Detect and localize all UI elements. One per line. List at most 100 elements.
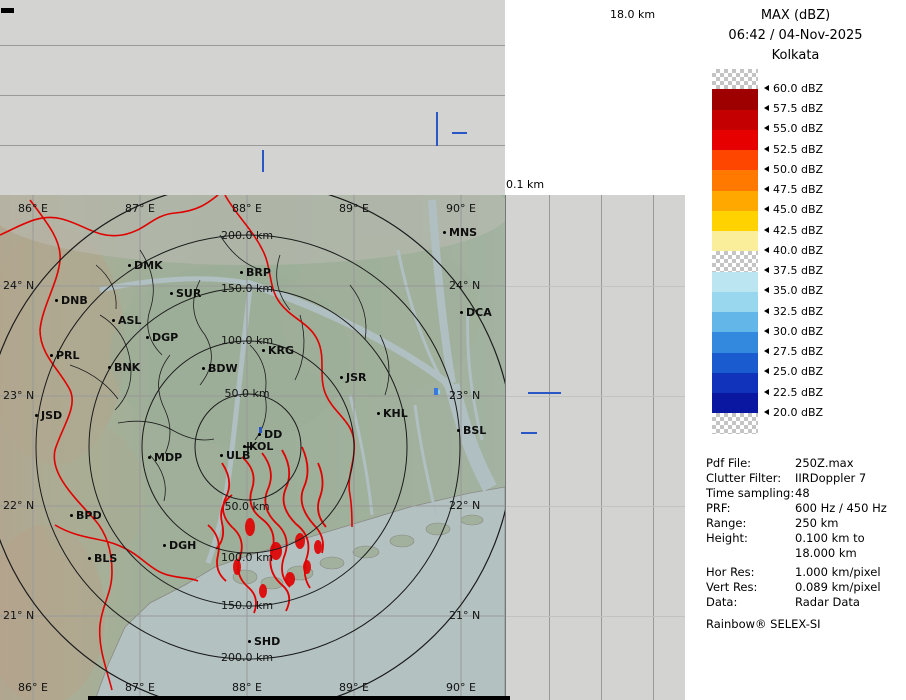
latitude-label: 23° N — [449, 389, 480, 402]
info-label: PRF: — [706, 501, 731, 515]
height-gridline — [549, 195, 550, 700]
city-label: DMK — [128, 260, 163, 272]
ew-projection-panel — [0, 0, 505, 196]
map-label-layer: MNSDMKBRPSURDNBASLDGPDCAPRLBNKBDWKRGJSRK… — [0, 195, 505, 700]
legend-arrow-icon — [764, 409, 769, 415]
city-marker-dot — [220, 454, 223, 457]
city-label: DCA — [460, 307, 492, 319]
city-code: PRL — [56, 349, 80, 362]
info-label: Vert Res: — [706, 580, 757, 594]
legend-label: 42.5 dBZ — [764, 224, 823, 238]
city-code: JSD — [41, 409, 62, 422]
city-code: BRP — [246, 266, 271, 279]
city-marker-dot — [248, 640, 251, 643]
legend-label: 55.0 dBZ — [764, 122, 823, 136]
latitude-gridline — [506, 506, 686, 507]
legend-segment — [712, 191, 758, 211]
range-ring-label: 200.0 km — [221, 229, 273, 242]
city-label: BRP — [240, 267, 271, 279]
legend-arrow-icon — [764, 267, 769, 273]
legend-segment — [712, 110, 758, 130]
legend-segment — [712, 89, 758, 109]
city-label: JSD — [35, 410, 62, 422]
legend-segment — [712, 150, 758, 170]
city-label: DGH — [163, 540, 196, 552]
legend-segment — [712, 231, 758, 251]
city-marker-dot — [457, 429, 460, 432]
city-label: KHL — [377, 408, 408, 420]
city-label: SHD — [248, 636, 280, 648]
city-marker-dot — [377, 412, 380, 415]
city-code: DMK — [134, 259, 163, 272]
legend-label: 60.0 dBZ — [764, 82, 823, 96]
city-marker-dot — [108, 366, 111, 369]
info-value: 0.089 km/pixel — [795, 580, 881, 594]
legend-arrow-icon — [764, 389, 769, 395]
latitude-label: 21° N — [3, 609, 34, 622]
latitude-gridline — [506, 616, 686, 617]
city-marker-dot — [148, 456, 151, 459]
range-ring-label: 150.0 km — [221, 282, 273, 295]
radar-display: 18.0 km 0.1 km — [0, 0, 906, 700]
city-marker-dot — [146, 336, 149, 339]
city-code: BDW — [208, 362, 238, 375]
legend-segment — [712, 170, 758, 190]
city-marker-dot — [460, 311, 463, 314]
city-code: ULB — [226, 449, 250, 462]
city-code: KHL — [383, 407, 408, 420]
city-label: ASL — [112, 315, 141, 327]
info-value: 250 km — [795, 516, 838, 530]
legend-arrow-icon — [764, 308, 769, 314]
software-brand: Rainbow® SELEX-SI — [706, 617, 821, 631]
latitude-label: 23° N — [3, 389, 34, 402]
city-label: BSL — [457, 425, 486, 437]
legend-segment — [712, 69, 758, 89]
city-marker-dot — [243, 445, 246, 448]
city-label: BPD — [70, 510, 102, 522]
info-label: Pdf File: — [706, 456, 751, 470]
city-label: JSR — [340, 372, 367, 384]
legend-arrow-icon — [764, 368, 769, 374]
city-code: DCA — [466, 306, 492, 319]
latitude-gridline — [506, 396, 686, 397]
latitude-label: 22° N — [3, 499, 34, 512]
range-ring-label: 100.0 km — [221, 334, 273, 347]
legend-segment — [712, 413, 758, 433]
longitude-label: 89° E — [339, 202, 369, 215]
height-gridline — [653, 195, 654, 700]
echo-trace — [436, 112, 438, 146]
city-code: KOL — [249, 440, 273, 453]
legend-arrow-icon — [764, 348, 769, 354]
info-value: 48 — [795, 486, 810, 500]
info-label: Time sampling: — [706, 486, 794, 500]
city-code: SHD — [254, 635, 280, 648]
product-datetime: 06:42 / 04-Nov-2025 — [685, 28, 906, 43]
city-code: ASL — [118, 314, 141, 327]
legend-segment — [712, 272, 758, 292]
legend-label: 45.0 dBZ — [764, 203, 823, 217]
longitude-label: 88° E — [232, 681, 262, 694]
info-value: 250Z.max — [795, 456, 854, 470]
legend-arrow-icon — [764, 186, 769, 192]
legend-segment — [712, 130, 758, 150]
height-axis-min-label: 0.1 km — [506, 178, 544, 191]
radar-map: MNSDMKBRPSURDNBASLDGPDCAPRLBNKBDWKRGJSRK… — [0, 195, 505, 700]
city-code: DGP — [152, 331, 178, 344]
info-sidebar: MAX (dBZ) 06:42 / 04-Nov-2025 Kolkata 60… — [685, 0, 906, 700]
legend-label: 20.0 dBZ — [764, 406, 823, 420]
info-value: 0.100 km to — [795, 531, 865, 545]
info-label: Height: — [706, 531, 748, 545]
legend-label: 47.5 dBZ — [764, 183, 823, 197]
range-ring-label: 50.0 km — [224, 387, 269, 400]
axis-tick — [1, 8, 14, 13]
echo-trace — [528, 392, 561, 394]
legend-arrow-icon — [764, 247, 769, 253]
longitude-label: 87° E — [125, 681, 155, 694]
info-label: Data: — [706, 595, 737, 609]
latitude-label: 21° N — [449, 609, 480, 622]
city-marker-dot — [128, 264, 131, 267]
height-gridline — [0, 45, 505, 46]
range-ring-label: 150.0 km — [221, 599, 273, 612]
city-code: MDP — [154, 451, 182, 464]
city-marker-dot — [55, 299, 58, 302]
